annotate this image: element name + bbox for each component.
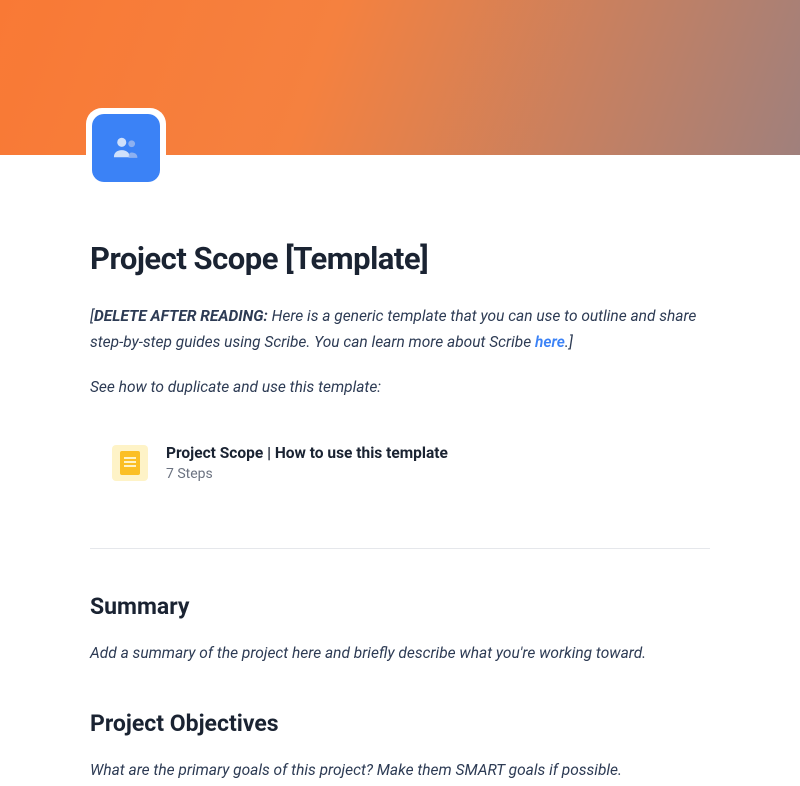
template-info: Project Scope | How to use this template…	[166, 444, 688, 482]
page-icon-container	[86, 108, 166, 188]
header-banner	[0, 0, 800, 155]
section-heading-objectives: Project Objectives	[90, 710, 710, 737]
instruction-text: See how to duplicate and use this templa…	[90, 374, 710, 400]
divider	[90, 548, 710, 549]
section-text-objectives: What are the primary goals of this proje…	[90, 757, 710, 783]
section-heading-summary: Summary	[90, 593, 710, 620]
scribe-link[interactable]: here	[535, 333, 565, 351]
document-icon	[112, 445, 148, 481]
content-area: Project Scope [Template] [DELETE AFTER R…	[0, 155, 800, 784]
template-card[interactable]: Project Scope | How to use this template…	[90, 428, 710, 498]
template-title: Project Scope | How to use this template	[166, 444, 688, 462]
delete-note: [DELETE AFTER READING: Here is a generic…	[90, 303, 710, 356]
section-text-summary: Add a summary of the project here and br…	[90, 640, 710, 666]
note-label: DELETE AFTER READING:	[94, 307, 268, 325]
people-icon	[92, 114, 160, 182]
page-title: Project Scope [Template]	[90, 240, 710, 277]
note-bracket-close: .]	[565, 333, 573, 351]
template-steps: 7 Steps	[166, 466, 688, 482]
